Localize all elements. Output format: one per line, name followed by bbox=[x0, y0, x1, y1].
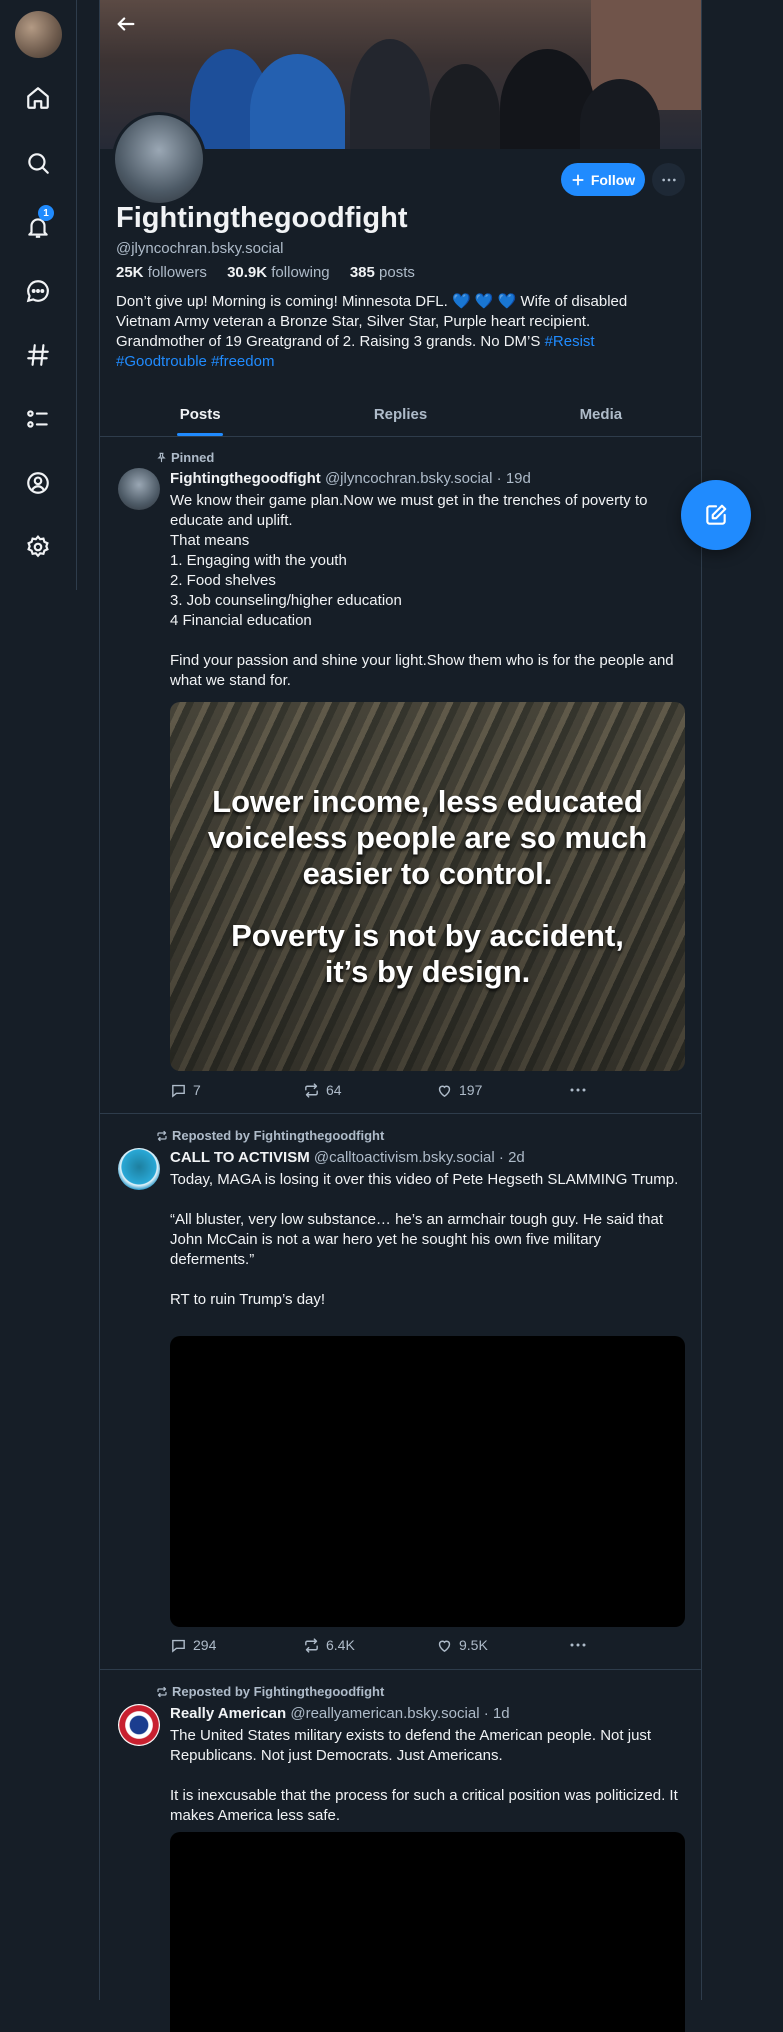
like-count: 9.5K bbox=[459, 1637, 488, 1653]
post-actions: 294 6.4K 9.5K bbox=[170, 1636, 590, 1654]
profile-bio: Don’t give up! Morning is coming! Minnes… bbox=[116, 292, 676, 372]
repost-icon bbox=[305, 1637, 318, 1653]
post-timestamp[interactable]: 19d bbox=[506, 470, 531, 487]
reply-button[interactable]: 294 bbox=[170, 1636, 303, 1654]
repost-context: Reposted by Fightingthegoodfight bbox=[156, 1128, 384, 1143]
bio-hashtag-freedom[interactable]: #freedom bbox=[211, 353, 274, 370]
lists-nav-button[interactable] bbox=[18, 399, 58, 439]
home-nav-button[interactable] bbox=[18, 78, 58, 118]
pin-icon bbox=[157, 452, 166, 463]
post-actions: 7 64 197 bbox=[170, 1081, 590, 1099]
list-icon bbox=[27, 410, 48, 428]
plus-icon bbox=[572, 173, 584, 186]
post-more-button[interactable] bbox=[569, 1081, 587, 1099]
profile-handle: @jlyncochran.bsky.social bbox=[116, 240, 284, 257]
compose-icon bbox=[706, 504, 727, 525]
chat-nav-button[interactable] bbox=[18, 271, 58, 311]
follow-label: Follow bbox=[590, 171, 636, 188]
tab-media[interactable]: Media bbox=[501, 392, 701, 436]
like-button[interactable]: 9.5K bbox=[436, 1636, 569, 1654]
posts-stat: 385 posts bbox=[349, 264, 415, 281]
post-video[interactable] bbox=[170, 1832, 685, 2032]
post-author-name[interactable]: Fightingthegoodfight bbox=[170, 470, 321, 487]
profile-stats: 25K followers 30.9K following 385 posts bbox=[116, 264, 431, 281]
bio-hashtag-goodtrouble[interactable]: #Goodtrouble bbox=[116, 353, 207, 370]
post-more-button[interactable] bbox=[569, 1636, 587, 1654]
post-timestamp[interactable]: 2d bbox=[508, 1149, 525, 1166]
like-button[interactable]: 197 bbox=[436, 1081, 569, 1099]
ellipsis-icon bbox=[570, 1643, 586, 1647]
notifications-nav-button[interactable]: 1 bbox=[18, 205, 58, 247]
repost-button[interactable]: 64 bbox=[303, 1081, 436, 1099]
post-author-avatar[interactable] bbox=[118, 1704, 160, 1746]
repost-count: 64 bbox=[326, 1082, 342, 1098]
post-author-handle[interactable]: @reallyamerican.bsky.social bbox=[290, 1705, 479, 1722]
post-author-avatar[interactable] bbox=[118, 468, 160, 510]
like-count: 197 bbox=[459, 1082, 483, 1098]
repost-context: Reposted by Fightingthegoodfight bbox=[156, 1684, 384, 1699]
ellipsis-icon bbox=[661, 178, 676, 181]
gear-icon bbox=[27, 535, 49, 558]
reply-icon bbox=[172, 1084, 185, 1098]
post-author-name[interactable]: CALL TO ACTIVISM bbox=[170, 1149, 310, 1166]
left-nav-rail: 1 bbox=[0, 0, 77, 590]
back-button[interactable] bbox=[112, 10, 140, 38]
post-author-handle[interactable]: @jlyncochran.bsky.social bbox=[325, 470, 493, 487]
tab-replies[interactable]: Replies bbox=[300, 392, 500, 436]
profile-avatar[interactable] bbox=[112, 112, 206, 206]
chat-icon bbox=[26, 280, 49, 303]
post-text: Today, MAGA is losing it over this video… bbox=[170, 1171, 679, 1308]
profile-more-button[interactable] bbox=[652, 163, 685, 196]
profile-tabs: Posts Replies Media bbox=[100, 392, 701, 437]
post-video[interactable] bbox=[170, 1336, 685, 1627]
following-stat[interactable]: 30.9K following bbox=[227, 264, 338, 281]
feed-post[interactable]: Reposted by Fightingthegoodfight CALL TO… bbox=[100, 1114, 701, 1670]
pinned-context: Pinned bbox=[156, 450, 214, 465]
profile-nav-button[interactable] bbox=[18, 463, 58, 503]
post-header: Really American @reallyamerican.bsky.soc… bbox=[170, 1705, 510, 1722]
post-timestamp[interactable]: 1d bbox=[493, 1705, 510, 1722]
post-author-avatar[interactable] bbox=[118, 1148, 160, 1190]
notification-badge: 1 bbox=[38, 205, 54, 221]
repost-button[interactable]: 6.4K bbox=[303, 1636, 436, 1654]
hashtag-icon bbox=[27, 344, 49, 366]
compose-button[interactable] bbox=[681, 480, 751, 550]
post-author-handle[interactable]: @calltoactivism.bsky.social bbox=[314, 1149, 495, 1166]
repost-icon bbox=[157, 1130, 167, 1141]
user-avatar[interactable] bbox=[15, 11, 62, 58]
repost-icon bbox=[305, 1082, 318, 1098]
post-text: The United States military exists to def… bbox=[170, 1727, 678, 1824]
profile-display-name: Fightingthegoodfight bbox=[116, 202, 408, 234]
search-nav-button[interactable] bbox=[18, 143, 58, 183]
reply-count: 7 bbox=[193, 1082, 201, 1098]
feeds-nav-button[interactable] bbox=[18, 335, 58, 375]
settings-nav-button[interactable] bbox=[18, 527, 58, 567]
bio-hashtag-resist[interactable]: #Resist bbox=[545, 333, 595, 350]
followers-stat[interactable]: 25K followers bbox=[116, 264, 215, 281]
post-text: We know their game plan.Now we must get … bbox=[170, 492, 674, 689]
like-icon bbox=[438, 1085, 451, 1097]
post-header: CALL TO ACTIVISM @calltoactivism.bsky.so… bbox=[170, 1149, 525, 1166]
like-icon bbox=[438, 1640, 451, 1652]
image-caption-top: Lower income, less educated voiceless pe… bbox=[207, 783, 648, 891]
tab-posts[interactable]: Posts bbox=[100, 392, 300, 436]
follow-button[interactable]: Follow bbox=[561, 163, 645, 196]
repost-icon bbox=[157, 1686, 167, 1697]
feed-post[interactable]: Reposted by Fightingthegoodfight Really … bbox=[100, 1670, 701, 2032]
reply-count: 294 bbox=[193, 1637, 217, 1653]
feed-post[interactable]: Pinned Fightingthegoodfight @jlyncochran… bbox=[100, 437, 701, 1114]
image-caption-bottom: Poverty is not by accident, it’s by desi… bbox=[231, 917, 624, 989]
repost-count: 6.4K bbox=[326, 1637, 355, 1653]
back-arrow-icon bbox=[117, 17, 135, 31]
post-author-name[interactable]: Really American bbox=[170, 1705, 286, 1722]
reply-button[interactable]: 7 bbox=[170, 1081, 303, 1099]
profile-icon bbox=[27, 472, 49, 494]
reply-icon bbox=[172, 1639, 185, 1653]
profile-column: Follow Fightingthegoodfight @jlyncochran… bbox=[99, 0, 702, 2032]
search-icon bbox=[28, 153, 49, 174]
ellipsis-icon bbox=[570, 1088, 586, 1092]
home-icon bbox=[27, 87, 49, 109]
post-image[interactable]: Lower income, less educated voiceless pe… bbox=[170, 702, 685, 1071]
post-header: Fightingthegoodfight @jlyncochran.bsky.s… bbox=[170, 470, 531, 487]
